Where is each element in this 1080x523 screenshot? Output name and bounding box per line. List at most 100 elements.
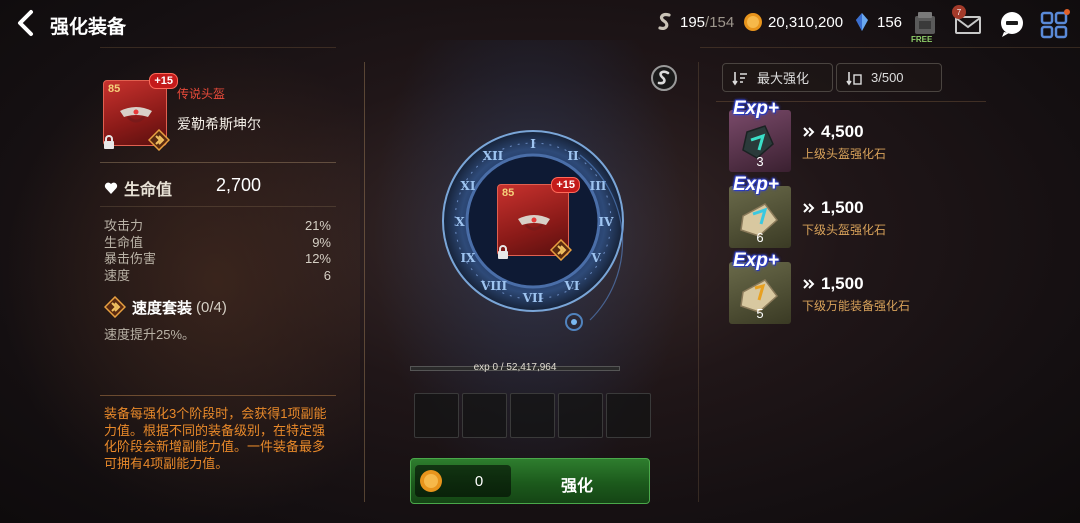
material-slots: [414, 393, 651, 438]
material-item[interactable]: Exp+ 5 1,500 下级万能装备强化石: [729, 250, 979, 324]
menu-button[interactable]: [1038, 8, 1070, 40]
target-item-level: 85: [502, 187, 515, 199]
material-cost: 1,500: [801, 198, 864, 218]
helmet-icon: [120, 107, 152, 123]
material-name: 下级万能装备强化石: [802, 299, 911, 313]
speed-set-icon: [104, 296, 126, 318]
set-name: 速度套装: [132, 299, 193, 317]
material-item[interactable]: Exp+ 3 4,500 上级头盔强化石: [729, 98, 979, 172]
exp-plus-tag: Exp+: [733, 250, 779, 271]
item-level: 85: [108, 83, 121, 95]
gold-resource: 20,310,200: [743, 12, 843, 32]
target-enhance-badge: +15: [551, 177, 580, 193]
enhance-badge: +15: [149, 73, 178, 89]
set-tier-icon: [148, 129, 170, 151]
material-cost-value: 1,500: [821, 274, 864, 293]
substat-value: 9%: [312, 234, 331, 250]
panel-divider-left: [364, 62, 365, 502]
free-label: FREE: [911, 35, 933, 44]
header-divider-left: [100, 47, 336, 48]
svg-text:XII: XII: [483, 149, 504, 163]
material-slot[interactable]: [510, 393, 555, 438]
target-set-tier-icon: [550, 239, 572, 261]
stigma-max: /154: [705, 13, 735, 31]
inventory-icon: [846, 71, 862, 85]
svg-text:X: X: [455, 215, 465, 229]
svg-text:VIII: VIII: [480, 279, 508, 293]
substat-row: 生命值 9%: [104, 235, 331, 252]
target-helmet-icon: [518, 215, 550, 231]
stigma-toggle-button[interactable]: [650, 64, 678, 92]
main-stat-name: 生命值: [124, 182, 173, 199]
chat-button[interactable]: [996, 8, 1028, 40]
substat-label: 生命值: [104, 234, 144, 250]
enhance-cost: 0: [474, 473, 484, 490]
sort-label: 最大强化: [757, 71, 810, 86]
substat-row: 暴击伤害 12%: [104, 251, 331, 268]
chat-icon: [1001, 12, 1023, 37]
material-item[interactable]: Exp+ 6 1,500 下级头盔强化石: [729, 174, 979, 248]
substat-label: 暴击伤害: [104, 251, 157, 266]
material-quantity: 3: [756, 154, 764, 169]
material-slot[interactable]: [414, 393, 459, 438]
substat-value: 12%: [304, 251, 331, 266]
cost-box: 0: [415, 465, 511, 497]
gold-coin-icon: [420, 470, 442, 492]
crystal-amount: 156: [877, 13, 903, 31]
exp-plus-tag: Exp+: [733, 174, 779, 195]
material-cost-value: 1,500: [821, 198, 864, 217]
material-name: 下级头盔强化石: [802, 223, 887, 237]
item-rarity: 传说头盔: [177, 87, 226, 101]
gold-amount: 20,310,200: [768, 13, 844, 31]
material-slot[interactable]: [462, 393, 507, 438]
stats-divider: [100, 162, 336, 163]
inventory-count: 3/500: [871, 70, 904, 85]
sort-max-enhance-button[interactable]: 最大强化: [722, 63, 833, 92]
stigma-resource: 195 /154: [655, 12, 734, 32]
material-cost: 1,500: [801, 274, 864, 294]
header-divider-right: [700, 47, 1080, 48]
substat-value: 21%: [304, 218, 331, 233]
svg-text:VII: VII: [522, 291, 544, 305]
sort-icon: [732, 71, 747, 85]
substat-row: 速度 6: [104, 268, 331, 285]
target-item-card[interactable]: 85 +15: [497, 177, 580, 261]
material-quantity: 6: [756, 230, 764, 245]
target-lock-icon: [498, 245, 508, 259]
enhance-label: 强化: [561, 478, 594, 495]
material-cost-value: 4,500: [821, 122, 864, 141]
main-stat-value: 2,700: [216, 175, 262, 195]
panel-divider-right: [698, 62, 699, 502]
stigma-current: 195: [680, 13, 706, 31]
main-stat-label: 生命值: [104, 176, 172, 200]
material-quantity: 5: [756, 306, 764, 321]
enhance-info-text: 装备每强化3个阶段时，会获得1项副能力值。根据不同的装备级别，在特定强化阶段会新…: [104, 406, 327, 471]
enhance-button[interactable]: 0 强化: [410, 458, 650, 504]
substat-divider: [100, 206, 336, 207]
substat-row: 攻击力 21%: [104, 218, 331, 235]
lock-icon: [104, 135, 114, 149]
set-count: (0/4): [196, 298, 227, 316]
material-slot[interactable]: [606, 393, 651, 438]
svg-text:I: I: [530, 137, 536, 151]
substat-list: 攻击力 21% 生命值 9% 暴击伤害 12% 速度 6: [104, 218, 331, 284]
set-bonus: 速度套装 (0/4): [104, 296, 227, 318]
back-button[interactable]: [12, 8, 42, 38]
crystal-resource: 156: [852, 12, 902, 32]
inventory-count-button[interactable]: 3/500: [836, 63, 942, 92]
stigma-s-icon: [651, 65, 677, 91]
exp-plus-tag: Exp+: [733, 98, 779, 119]
gold-cost-icon: [803, 279, 815, 289]
chevron-left-icon: [18, 10, 33, 36]
item-name: 爱勒希斯坤尔: [177, 116, 261, 132]
material-slot[interactable]: [558, 393, 603, 438]
material-name: 上级头盔强化石: [802, 147, 887, 161]
set-description: 速度提升25%。: [104, 327, 196, 342]
item-card[interactable]: 85 +15: [103, 73, 178, 151]
material-cost: 4,500: [801, 122, 864, 142]
gold-coin-icon: [743, 12, 763, 32]
gold-cost-icon: [803, 203, 815, 213]
exp-text: exp 0 / 52,417,964: [473, 362, 557, 373]
substat-label: 攻击力: [104, 218, 144, 233]
heart-icon: [104, 182, 118, 194]
